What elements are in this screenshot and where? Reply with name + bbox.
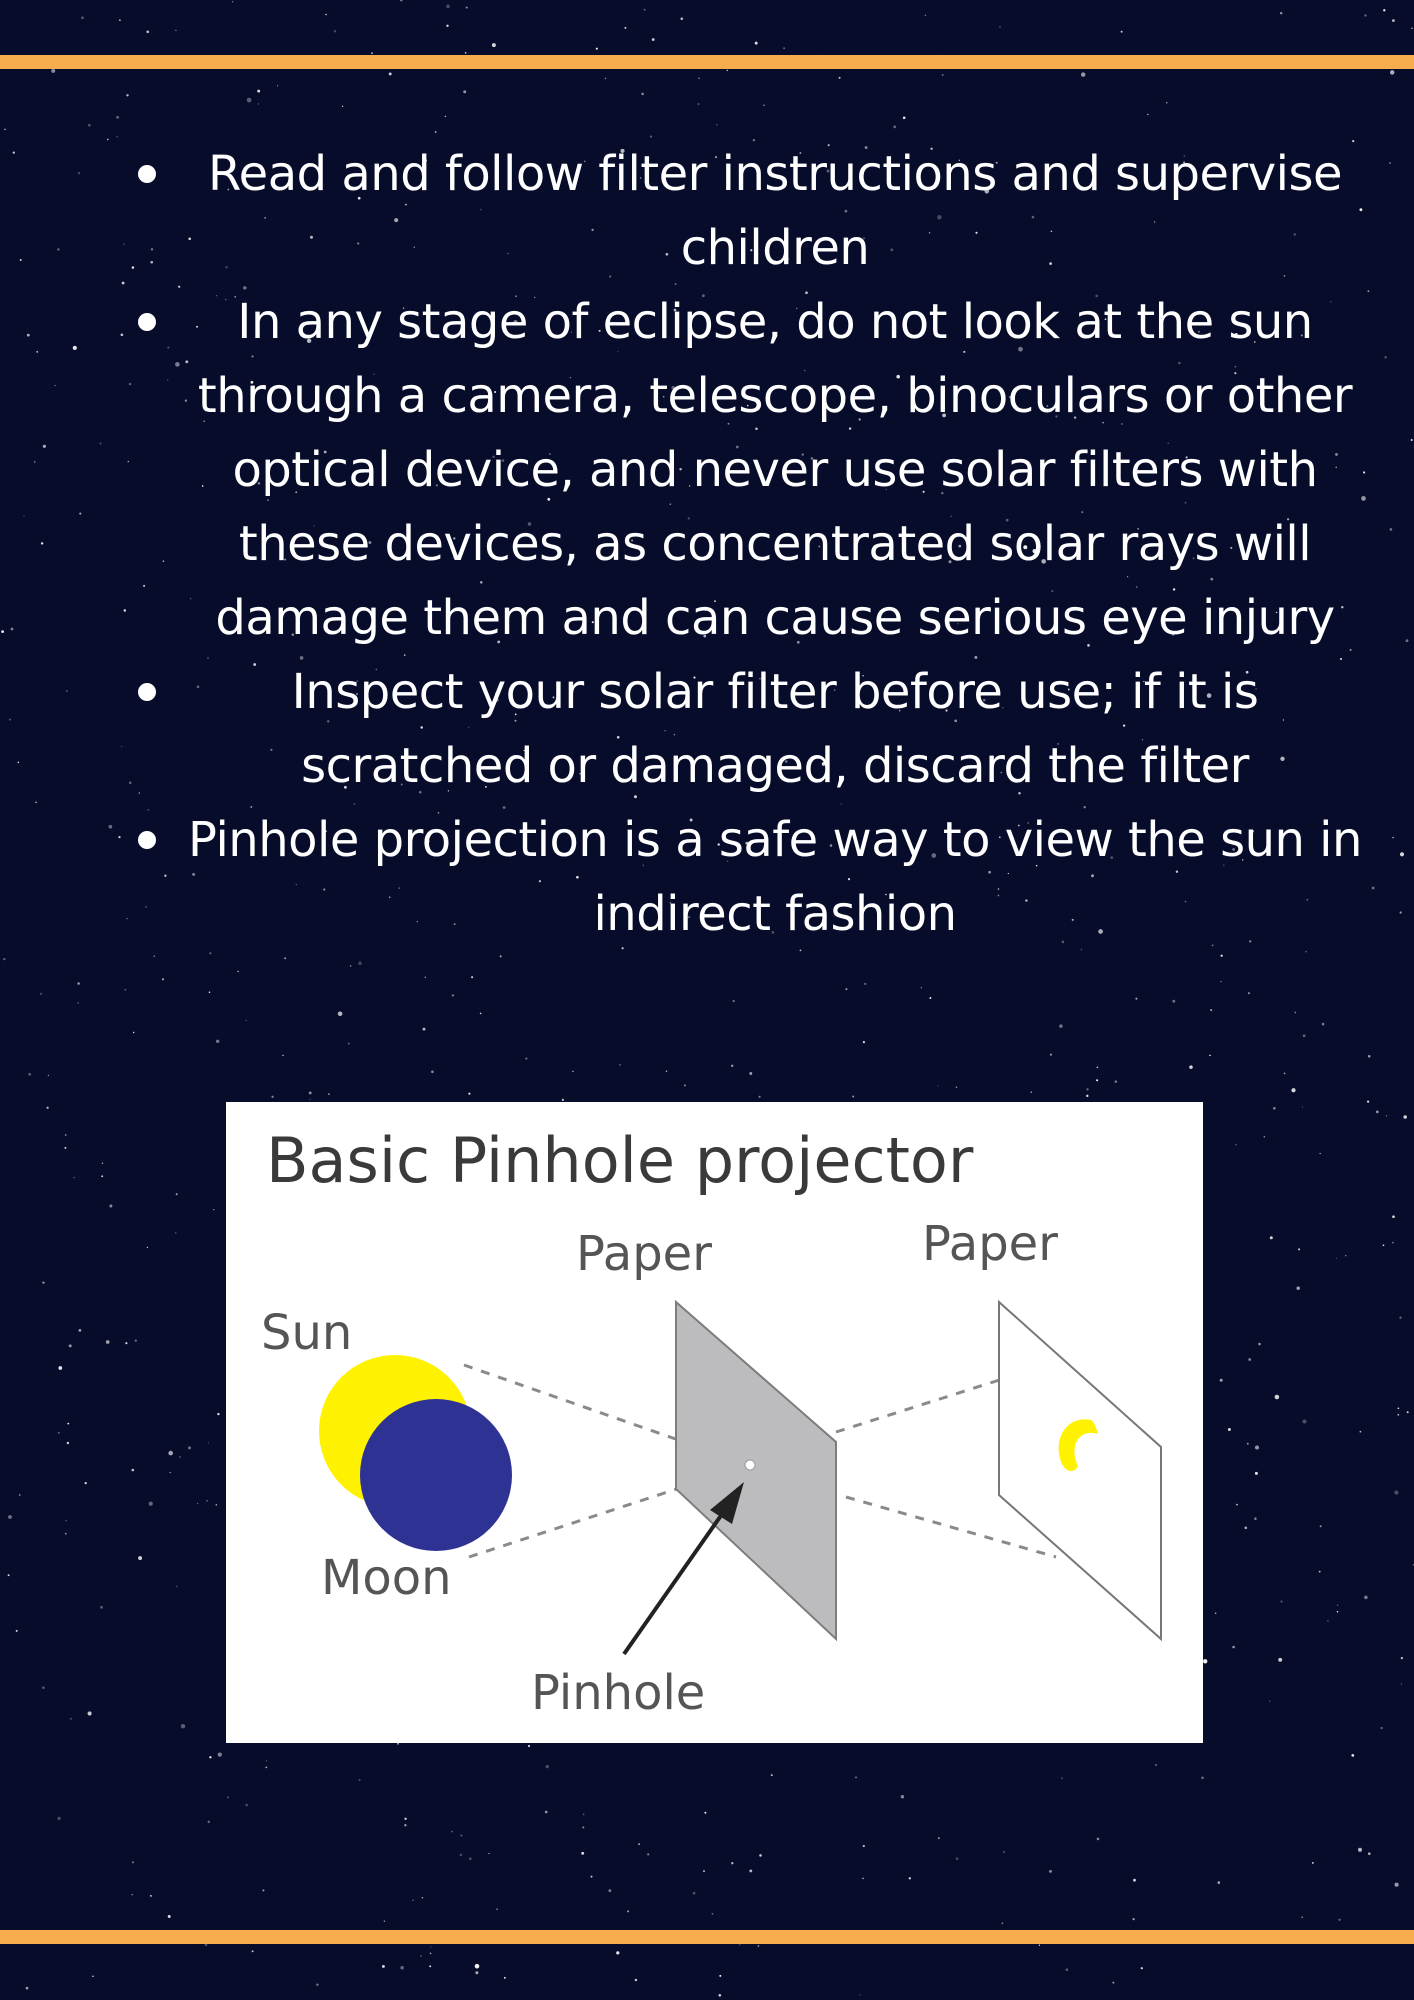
moon-icon (360, 1399, 512, 1551)
bullet-icon (138, 683, 156, 701)
bullet-icon (138, 165, 156, 183)
moon-label: Moon (321, 1550, 452, 1606)
bullet-icon (138, 831, 156, 849)
paper-label-left: Paper (576, 1226, 712, 1282)
tip-text: Read and follow filter instructions and … (207, 146, 1343, 276)
top-accent-rule (0, 55, 1414, 69)
bottom-accent-rule (0, 1930, 1414, 1944)
pinhole-icon (744, 1459, 756, 1471)
list-item: Pinhole projection is a safe way to view… (130, 803, 1370, 951)
paper-label-right: Paper (922, 1216, 1058, 1272)
list-item: Read and follow filter instructions and … (130, 137, 1370, 285)
pinhole-projector-diagram: Basic Pinhole projector Sun Moon Paper P… (226, 1102, 1203, 1743)
list-item: In any stage of eclipse, do not look at … (130, 285, 1370, 655)
tip-text: Pinhole projection is a safe way to view… (188, 812, 1362, 942)
tip-text: Inspect your solar filter before use; if… (291, 664, 1259, 794)
pinhole-label: Pinhole (531, 1665, 705, 1721)
paper-screen-left (675, 1299, 837, 1642)
sun-label: Sun (261, 1305, 352, 1361)
pinhole-arrow (622, 1482, 744, 1656)
list-item: Inspect your solar filter before use; if… (130, 655, 1370, 803)
tip-text: In any stage of eclipse, do not look at … (197, 294, 1353, 646)
safety-tips-list: Read and follow filter instructions and … (130, 137, 1370, 951)
diagram-title: Basic Pinhole projector (266, 1124, 974, 1197)
paper-screen-right (998, 1299, 1162, 1642)
bullet-icon (138, 313, 156, 331)
